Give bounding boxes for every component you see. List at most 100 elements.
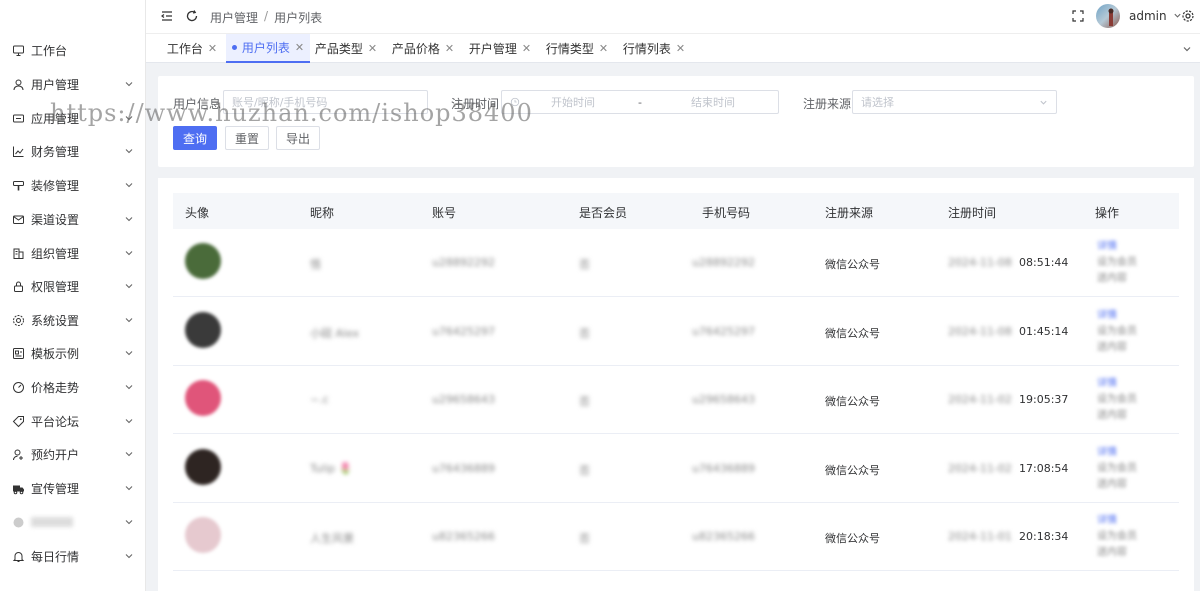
tab-3[interactable]: 产品价格 ✕ <box>388 34 458 63</box>
template-icon <box>12 347 25 360</box>
detail-link[interactable]: 详情 <box>1097 308 1137 324</box>
coupon-link[interactable]: 送内容 <box>1097 340 1137 356</box>
refresh-icon[interactable] <box>185 9 199 23</box>
cell-phone: u82365266 <box>692 530 755 543</box>
user-info-input[interactable]: 账号/昵称/手机号码 <box>223 90 428 114</box>
sidebar-item-3[interactable]: 财务管理 <box>0 136 146 166</box>
row-actions: 详情 设为会员 送内容 <box>1097 308 1137 356</box>
column-header: 账号 <box>432 206 457 220</box>
user-info-label: 用户信息 <box>173 97 222 111</box>
sidebar-item-7[interactable]: 权限管理 <box>0 271 146 301</box>
sidebar-item-4[interactable]: 装修管理 <box>0 170 146 200</box>
sidebar-item-label: 应用管理 <box>31 111 80 126</box>
sidebar-item-9[interactable]: 模板示例 <box>0 338 146 368</box>
cell-source: 微信公众号 <box>825 326 880 340</box>
cell-member: 否 <box>579 258 590 271</box>
reg-time-label: 注册时间 <box>451 97 500 111</box>
reset-button[interactable]: 重置 <box>225 126 269 150</box>
tabs-more-chevron-icon[interactable] <box>1182 43 1192 53</box>
breadcrumb-parent[interactable]: 用户管理 <box>210 9 258 26</box>
tab-4[interactable]: 开户管理 ✕ <box>465 34 535 63</box>
source-select[interactable]: 请选择 <box>852 90 1057 114</box>
sidebar-item-5[interactable]: 渠道设置 <box>0 204 146 234</box>
close-icon[interactable]: ✕ <box>368 42 377 55</box>
column-header: 是否会员 <box>579 206 628 220</box>
user-menu[interactable]: admin <box>1129 9 1182 23</box>
detail-link[interactable]: 详情 <box>1097 513 1137 529</box>
tag-icon <box>12 415 25 428</box>
cell-source: 微信公众号 <box>825 395 880 408</box>
tab-0[interactable]: 工作台 ✕ <box>159 34 225 63</box>
cell-nickname: 人生风景 <box>310 532 354 545</box>
breadcrumb-current: 用户列表 <box>274 11 323 25</box>
sidebar-item-10[interactable]: 价格走势 <box>0 372 146 402</box>
table-row: Tulip 🌷 u76436889 否 u76436889 微信公众号 2024-11-0… <box>173 435 1179 503</box>
close-icon[interactable]: ✕ <box>445 42 454 55</box>
tab-2[interactable]: 产品类型 ✕ <box>311 34 381 63</box>
start-time-placeholder[interactable]: 开始时间 <box>551 94 595 110</box>
detail-link[interactable]: 详情 <box>1097 239 1137 255</box>
detail-link[interactable]: 详情 <box>1097 376 1137 392</box>
set-member-link[interactable]: 设为会员 <box>1097 324 1137 340</box>
close-icon[interactable]: ✕ <box>295 41 304 54</box>
cell-member: 否 <box>579 395 590 408</box>
sidebar-item-12[interactable]: 预约开户 <box>0 439 146 469</box>
cell-nickname: 小砚 Alex <box>310 326 360 340</box>
bell-icon <box>12 550 25 563</box>
cell-source: 微信公众号 <box>825 532 880 545</box>
close-icon[interactable]: ✕ <box>599 42 608 55</box>
sidebar-item-11[interactable]: 平台论坛 <box>0 406 146 436</box>
cell-phone: u28892292 <box>692 256 755 269</box>
sidebar-item-label: 财务管理 <box>31 144 80 159</box>
sidebar-item-13[interactable]: 宣传管理 <box>0 473 146 503</box>
chevron-down-icon <box>124 550 134 560</box>
chevron-down-icon <box>124 280 134 290</box>
tab-label: 开户管理 <box>468 42 517 56</box>
detail-link[interactable]: 详情 <box>1097 445 1137 461</box>
fullscreen-icon[interactable] <box>1071 9 1085 23</box>
coupon-link[interactable]: 送内容 <box>1097 545 1137 561</box>
sidebar-item-15[interactable]: 每日行情 <box>0 541 146 571</box>
tab-label: 行情类型 <box>545 42 594 56</box>
coupon-link[interactable]: 送内容 <box>1097 408 1137 424</box>
close-icon[interactable]: ✕ <box>208 42 217 55</box>
coupon-link[interactable]: 送内容 <box>1097 271 1137 287</box>
cell-account: u76436889 <box>432 461 495 475</box>
top-bar: 用户管理 / 用户列表 admin <box>146 0 1200 34</box>
menu-fold-icon[interactable] <box>160 9 174 23</box>
chevron-down-icon <box>124 381 134 391</box>
tab-label: 产品类型 <box>314 42 363 56</box>
source-label: 注册来源 <box>803 97 852 111</box>
settings-gear-icon[interactable] <box>1181 9 1195 23</box>
sidebar-item-2[interactable]: 应用管理 <box>0 103 146 133</box>
sidebar-item-1[interactable]: 用户管理 <box>0 69 146 99</box>
sidebar-item-6[interactable]: 组织管理 <box>0 238 146 268</box>
set-member-link[interactable]: 设为会员 <box>1097 255 1137 271</box>
column-header: 注册时间 <box>948 206 997 220</box>
chevron-down-icon <box>124 347 134 357</box>
tab-6[interactable]: 行情列表 ✕ <box>619 34 689 63</box>
query-button[interactable]: 查询 <box>173 126 217 150</box>
set-member-link[interactable]: 设为会员 <box>1097 529 1137 545</box>
tab-1[interactable]: 用户列表 ✕ <box>226 34 310 63</box>
coupon-link[interactable]: 送内容 <box>1097 477 1137 493</box>
lock-icon <box>12 280 25 293</box>
close-icon[interactable]: ✕ <box>676 42 685 55</box>
sidebar-item-0[interactable]: 工作台 <box>0 35 146 65</box>
cell-time: 08:51:44 <box>1019 256 1069 269</box>
sidebar-item-label: 价格走势 <box>31 380 80 395</box>
export-button[interactable]: 导出 <box>276 126 320 150</box>
set-member-link[interactable]: 设为会员 <box>1097 392 1137 408</box>
tab-5[interactable]: 行情类型 ✕ <box>542 34 612 63</box>
row-actions: 详情 设为会员 送内容 <box>1097 445 1137 493</box>
sidebar-item-14[interactable] <box>0 507 146 537</box>
close-icon[interactable]: ✕ <box>522 42 531 55</box>
sidebar-item-8[interactable]: 系统设置 <box>0 305 146 335</box>
reg-time-range-picker[interactable]: 开始时间 - 结束时间 <box>501 90 779 114</box>
range-separator: - <box>638 95 642 109</box>
user-avatar[interactable] <box>1096 4 1120 28</box>
set-member-link[interactable]: 设为会员 <box>1097 461 1137 477</box>
user-info-placeholder: 账号/昵称/手机号码 <box>232 96 328 109</box>
end-time-placeholder[interactable]: 结束时间 <box>691 94 735 110</box>
mail-icon <box>12 213 25 226</box>
